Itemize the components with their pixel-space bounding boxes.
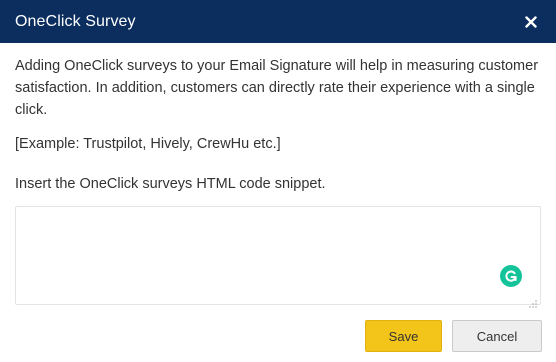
- cancel-button[interactable]: Cancel: [452, 320, 542, 352]
- dialog-body: Adding OneClick surveys to your Email Si…: [0, 43, 556, 308]
- close-icon[interactable]: [522, 13, 540, 31]
- save-button[interactable]: Save: [365, 320, 442, 352]
- dialog-title: OneClick Survey: [15, 12, 136, 30]
- dialog-footer: Save Cancel: [365, 320, 542, 352]
- dialog-header: OneClick Survey: [0, 0, 556, 43]
- example-text: [Example: Trustpilot, Hively, CrewHu etc…: [15, 136, 281, 152]
- description-text: Adding OneClick surveys to your Email Si…: [15, 58, 539, 118]
- resize-grip-icon[interactable]: [529, 293, 537, 308]
- html-snippet-input[interactable]: [16, 207, 540, 304]
- oneclick-survey-dialog: OneClick Survey Adding OneClick surveys …: [0, 0, 556, 362]
- grammarly-icon[interactable]: [500, 265, 522, 287]
- snippet-field: [15, 206, 541, 308]
- instruction-text: Insert the OneClick surveys HTML code sn…: [15, 176, 326, 192]
